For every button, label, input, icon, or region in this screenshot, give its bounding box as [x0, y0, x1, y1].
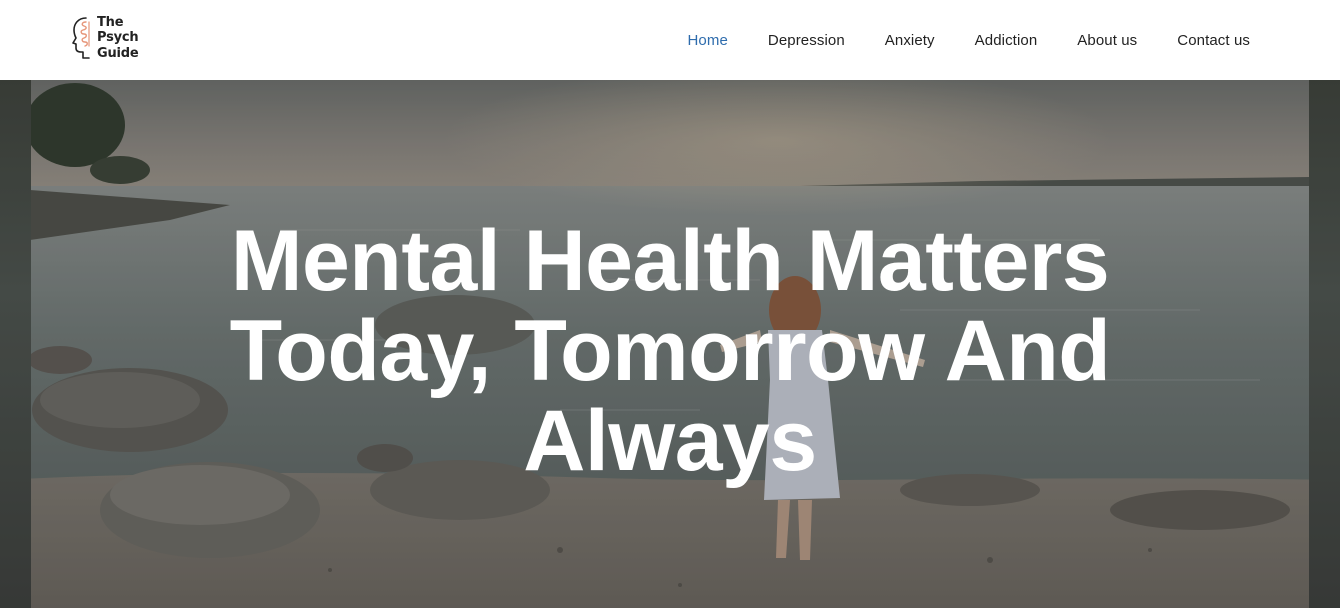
hero-headline: Mental Health Matters Today, Tomorrow An… [229, 213, 1111, 489]
nav-link-contact-us[interactable]: Contact us [1177, 32, 1250, 49]
logo-line-2: Psych [97, 30, 139, 46]
nav-link-depression[interactable]: Depression [768, 32, 845, 49]
hero-banner: Mental Health Matters Today, Tomorrow An… [0, 80, 1340, 608]
site-header: The Psych Guide Home Depression Anxiety … [0, 0, 1340, 80]
nav-link-about-us[interactable]: About us [1077, 32, 1137, 49]
nav-link-addiction[interactable]: Addiction [975, 32, 1038, 49]
site-logo[interactable]: The Psych Guide [72, 13, 152, 63]
logo-wordmark: The Psych Guide [97, 15, 139, 62]
brain-profile-icon [72, 17, 90, 59]
nav-link-anxiety[interactable]: Anxiety [885, 32, 935, 49]
logo-line-1: The [97, 14, 124, 30]
nav-link-home[interactable]: Home [687, 32, 727, 49]
main-navigation: Home Depression Anxiety Addiction About … [647, 0, 1250, 80]
logo-line-3: Guide [97, 45, 139, 61]
